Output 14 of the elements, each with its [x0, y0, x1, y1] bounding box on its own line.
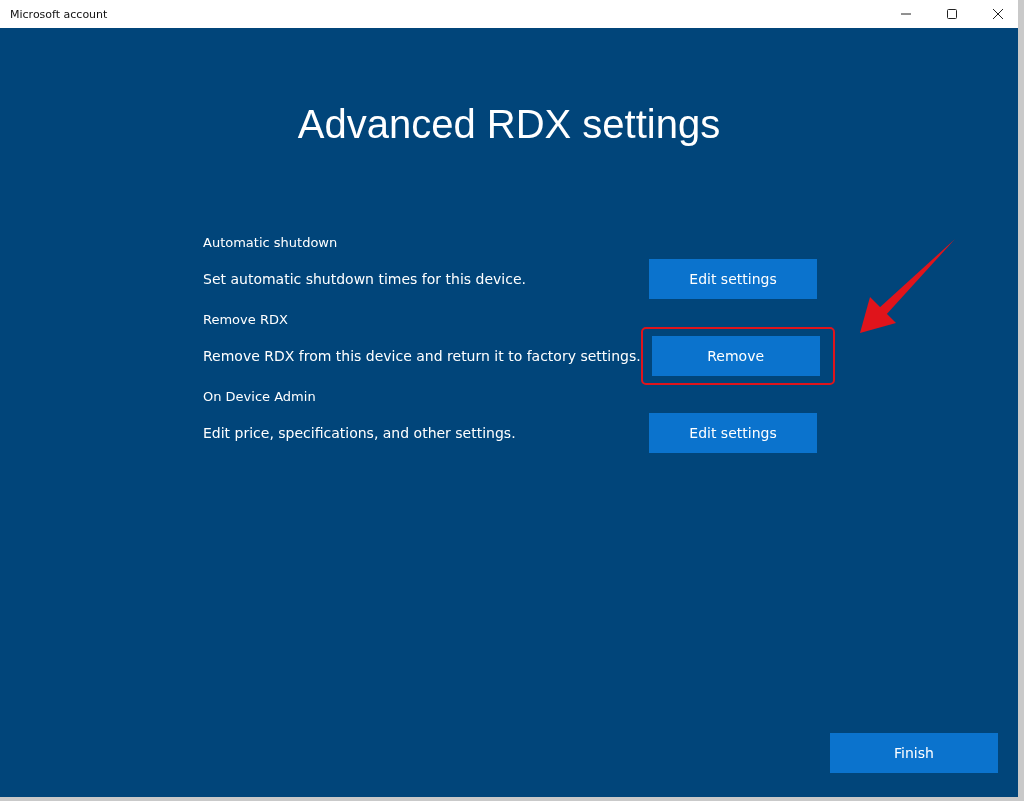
page-heading: Advanced RDX settings	[297, 102, 721, 147]
close-icon[interactable]	[992, 8, 1004, 20]
window-title: Microsoft account	[10, 7, 108, 21]
section-description: Remove RDX from this device and return it to factory settings.	[203, 348, 641, 364]
finish-button[interactable]: Finish	[830, 733, 998, 773]
section-description: Set automatic shutdown times for this device.	[203, 271, 526, 287]
section-label: On Device Admin	[203, 389, 317, 404]
section-label: Automatic shutdown	[203, 235, 339, 250]
action-button[interactable]: Remove	[651, 336, 820, 376]
action-button[interactable]: Edit settings	[649, 413, 817, 453]
section-label: Remove RDX	[203, 312, 289, 327]
section-description: Edit price, specifications, and other settings.	[203, 425, 516, 441]
maximize-icon[interactable]	[946, 8, 958, 20]
action-button[interactable]: Edit settings	[649, 259, 817, 299]
